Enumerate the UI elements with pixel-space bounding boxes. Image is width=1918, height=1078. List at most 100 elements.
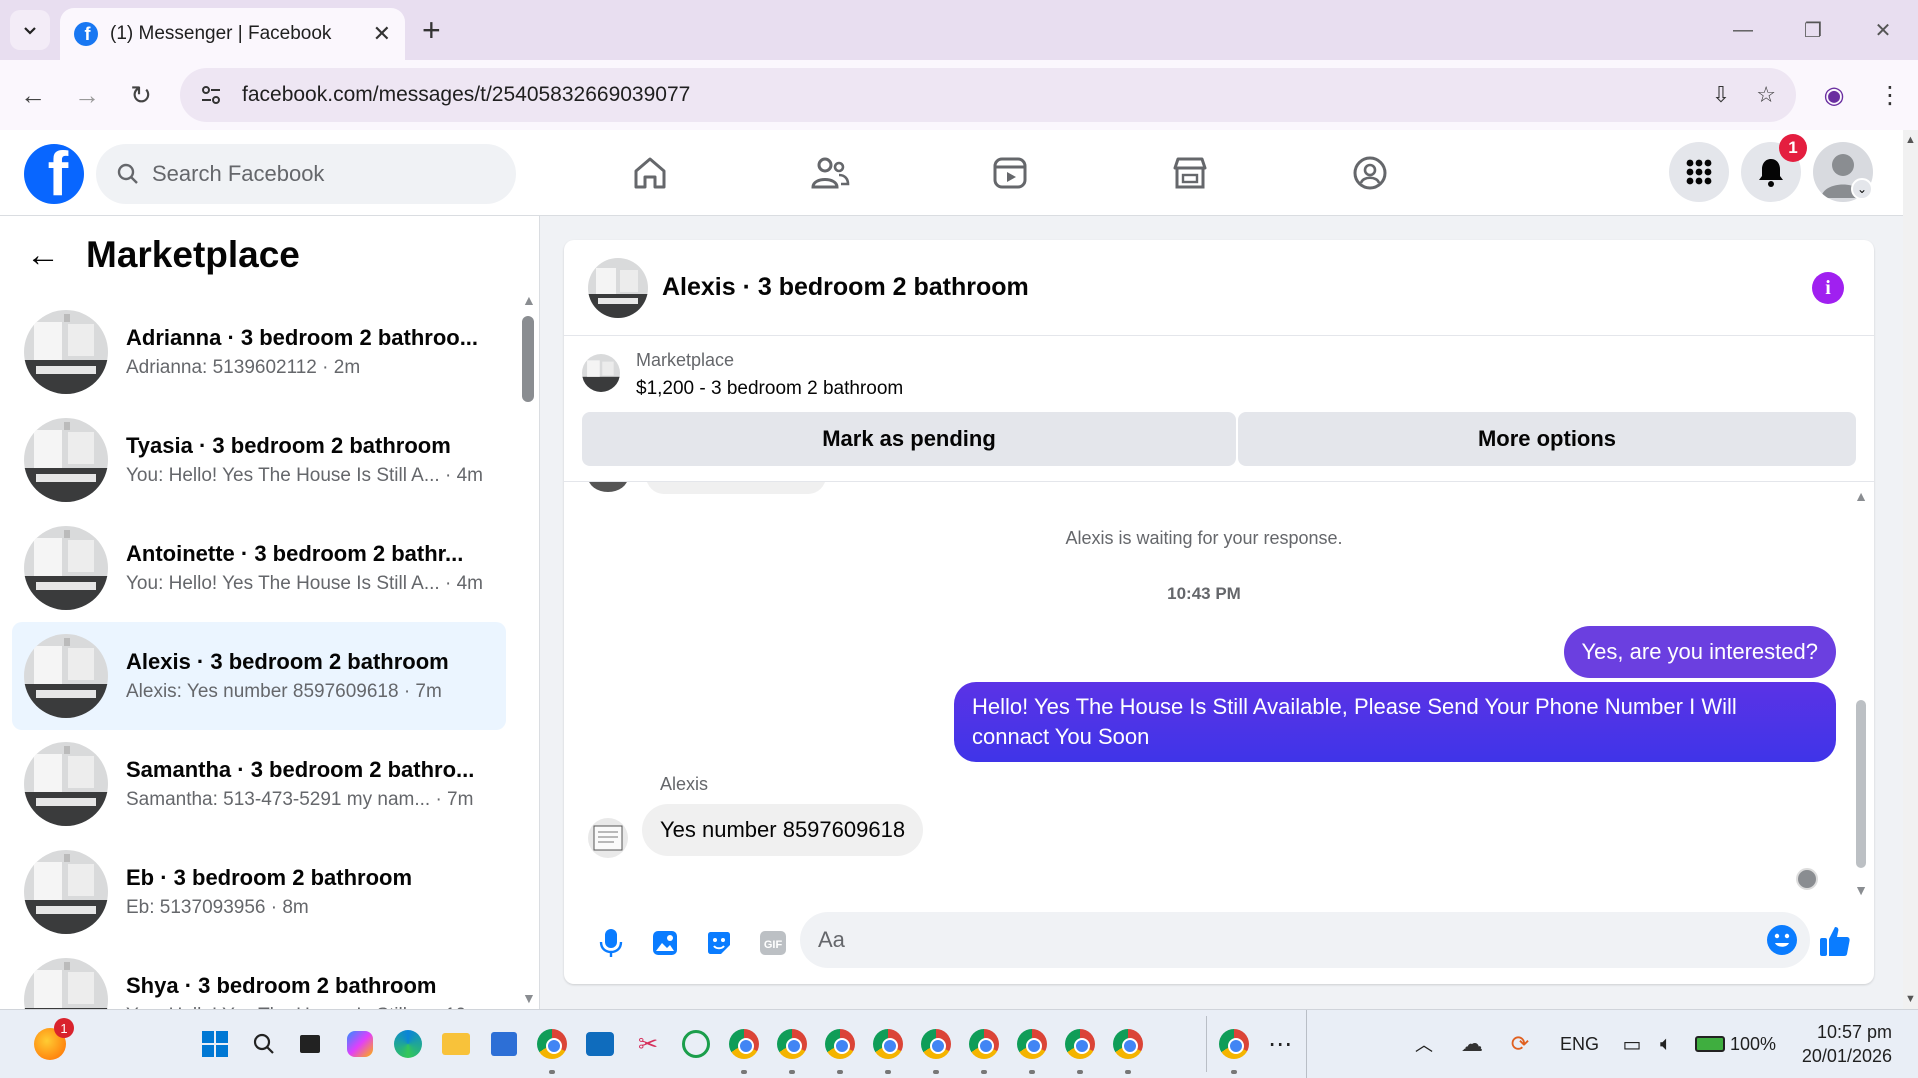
whatsapp-button[interactable] <box>676 1024 716 1064</box>
system-clock[interactable]: 10:57 pm 20/01/2026 <box>1802 1020 1892 1068</box>
new-tab-button[interactable]: + <box>422 12 441 48</box>
browser-tab-messenger[interactable]: f (1) Messenger | Facebook ✕ <box>60 8 405 60</box>
chat-scrollbar-thumb[interactable] <box>1856 700 1866 868</box>
tab-search-button[interactable] <box>10 10 50 50</box>
message-input[interactable]: Aa <box>800 912 1810 968</box>
sync-button[interactable]: ⟳ <box>1500 1024 1540 1064</box>
edge-button[interactable] <box>388 1024 428 1064</box>
facebook-search-input[interactable]: Search Facebook <box>96 144 516 204</box>
chat-avatar[interactable] <box>588 257 648 318</box>
site-settings-icon[interactable] <box>200 84 222 106</box>
message-bubble-partial <box>646 482 826 494</box>
snipping-tool-button[interactable]: ✂ <box>628 1024 668 1064</box>
onedrive-button[interactable]: ☁ <box>1452 1024 1492 1064</box>
chrome-icon <box>1219 1029 1249 1059</box>
more-options-button[interactable]: More options <box>1238 412 1856 466</box>
emoji-button[interactable] <box>1766 924 1798 956</box>
menu-kebab-icon[interactable]: ⋮ <box>1862 81 1918 110</box>
task-view-icon <box>300 1035 320 1053</box>
nav-home[interactable] <box>560 130 740 216</box>
gif-button[interactable]: GIF <box>746 916 800 970</box>
chrome-taskbar-app[interactable] <box>1108 1024 1148 1074</box>
scroll-down-arrow[interactable]: ▼ <box>1854 882 1868 898</box>
scroll-up-arrow[interactable]: ▲ <box>522 292 536 308</box>
reload-button[interactable]: ↻ <box>114 68 168 122</box>
scroll-up-arrow[interactable]: ▲ <box>1854 488 1868 504</box>
sidebar-scrollbar-thumb[interactable] <box>522 316 534 402</box>
chrome-taskbar-app[interactable] <box>916 1024 956 1074</box>
store-button[interactable] <box>484 1024 524 1064</box>
show-hidden-icons-button[interactable]: ︿ <box>1404 1024 1444 1064</box>
chrome-taskbar-app[interactable] <box>820 1024 860 1074</box>
nav-gaming[interactable] <box>1280 130 1460 216</box>
weather-widget[interactable]: 1 <box>30 1018 74 1064</box>
scroll-up-arrow[interactable]: ▲ <box>1905 134 1916 146</box>
address-bar[interactable]: facebook.com/messages/t/2540583266903907… <box>180 68 1796 122</box>
avatar <box>24 742 108 826</box>
listing-photo-icon <box>24 310 108 394</box>
close-window-icon[interactable]: ✕ <box>1848 0 1918 60</box>
back-arrow-icon[interactable]: ← <box>26 238 60 272</box>
minimize-icon[interactable]: — <box>1708 0 1778 60</box>
tab-close-icon[interactable]: ✕ <box>373 21 391 47</box>
menu-button[interactable] <box>1669 142 1729 202</box>
file-explorer-button[interactable] <box>436 1024 476 1064</box>
chrome-taskbar-app[interactable] <box>964 1024 1004 1074</box>
chrome-taskbar-app[interactable] <box>868 1024 908 1074</box>
more-icon: ⋯ <box>1268 1030 1292 1058</box>
notifications-button[interactable]: 1 <box>1741 134 1807 202</box>
battery-button[interactable] <box>1690 1024 1730 1064</box>
voice-clip-button[interactable] <box>584 916 638 970</box>
nav-friends[interactable] <box>740 130 920 216</box>
listing-title[interactable]: $1,200 - 3 bedroom 2 bathroom <box>636 378 903 400</box>
microphone-icon <box>599 929 623 957</box>
chrome-taskbar-app[interactable] <box>532 1024 572 1074</box>
install-app-icon[interactable]: ⇩ <box>1712 82 1730 108</box>
listing-thumbnail[interactable] <box>582 354 620 392</box>
chrome-taskbar-app[interactable] <box>772 1024 812 1074</box>
running-indicator <box>1125 1070 1131 1074</box>
account-caret-icon[interactable]: ⌄ <box>1851 178 1873 200</box>
taskbar-search-button[interactable] <box>244 1024 284 1064</box>
conversation-item[interactable]: Samantha · 3 bedroom 2 bathro... Samantha… <box>12 730 506 838</box>
chrome-taskbar-app[interactable] <box>1012 1024 1052 1074</box>
incoming-message[interactable]: Yes number 8597609618 <box>642 804 924 856</box>
page-scrollbar[interactable]: ▲ ▼ <box>1903 130 1918 1009</box>
sender-avatar[interactable] <box>588 818 628 858</box>
mark-as-pending-button[interactable]: Mark as pending <box>582 412 1236 466</box>
language-indicator[interactable]: ENG <box>1560 1034 1599 1055</box>
volume-button[interactable]: 🔈︎ <box>1646 1024 1686 1064</box>
task-view-button[interactable] <box>290 1024 330 1064</box>
conversation-item[interactable]: Antoinette · 3 bedroom 2 bathr... You: He… <box>12 514 506 622</box>
running-indicator <box>1029 1070 1035 1074</box>
chrome-taskbar-app[interactable] <box>724 1024 764 1074</box>
conversation-item[interactable]: Tyasia · 3 bedroom 2 bathroom You: Hello!… <box>12 406 506 514</box>
info-icon[interactable]: i <box>1812 272 1844 304</box>
back-button[interactable]: ← <box>6 68 60 122</box>
chrome-taskbar-app[interactable] <box>1060 1024 1100 1074</box>
outgoing-message[interactable]: Hello! Yes The House Is Still Available,… <box>954 682 1836 762</box>
conversation-item[interactable]: Shya · 3 bedroom 2 bathroomYou: Hello! Y… <box>12 946 506 1009</box>
bookmark-star-icon[interactable]: ☆ <box>1756 82 1776 108</box>
scroll-down-arrow[interactable]: ▼ <box>1905 993 1916 1005</box>
facebook-logo-icon[interactable]: f <box>24 144 84 204</box>
copilot-button[interactable] <box>340 1024 380 1064</box>
listing-photo-icon <box>24 850 108 934</box>
start-button[interactable] <box>195 1024 235 1064</box>
restore-icon[interactable]: ❐ <box>1778 0 1848 60</box>
attach-photo-button[interactable] <box>638 916 692 970</box>
forward-button[interactable]: → <box>60 68 114 122</box>
sticker-button[interactable] <box>692 916 746 970</box>
outlook-button[interactable] <box>580 1024 620 1064</box>
profile-icon[interactable]: ◉ <box>1806 81 1862 110</box>
outgoing-message[interactable]: Yes, are you interested? <box>1563 626 1836 678</box>
chrome-taskbar-app[interactable] <box>1214 1024 1254 1074</box>
like-button[interactable] <box>1810 916 1860 966</box>
taskbar-overflow-button[interactable]: ⋯ <box>1260 1024 1300 1064</box>
scroll-down-arrow[interactable]: ▼ <box>522 990 536 1006</box>
nav-video[interactable] <box>920 130 1100 216</box>
nav-marketplace[interactable] <box>1100 130 1280 216</box>
conversation-item[interactable]: Eb · 3 bedroom 2 bathroom Eb: 5137093956 … <box>12 838 506 946</box>
conversation-item[interactable]: Alexis · 3 bedroom 2 bathroom Alexis: Yes… <box>12 622 506 730</box>
conversation-item[interactable]: Adrianna · 3 bedroom 2 bathroo... Adriann… <box>12 298 506 406</box>
